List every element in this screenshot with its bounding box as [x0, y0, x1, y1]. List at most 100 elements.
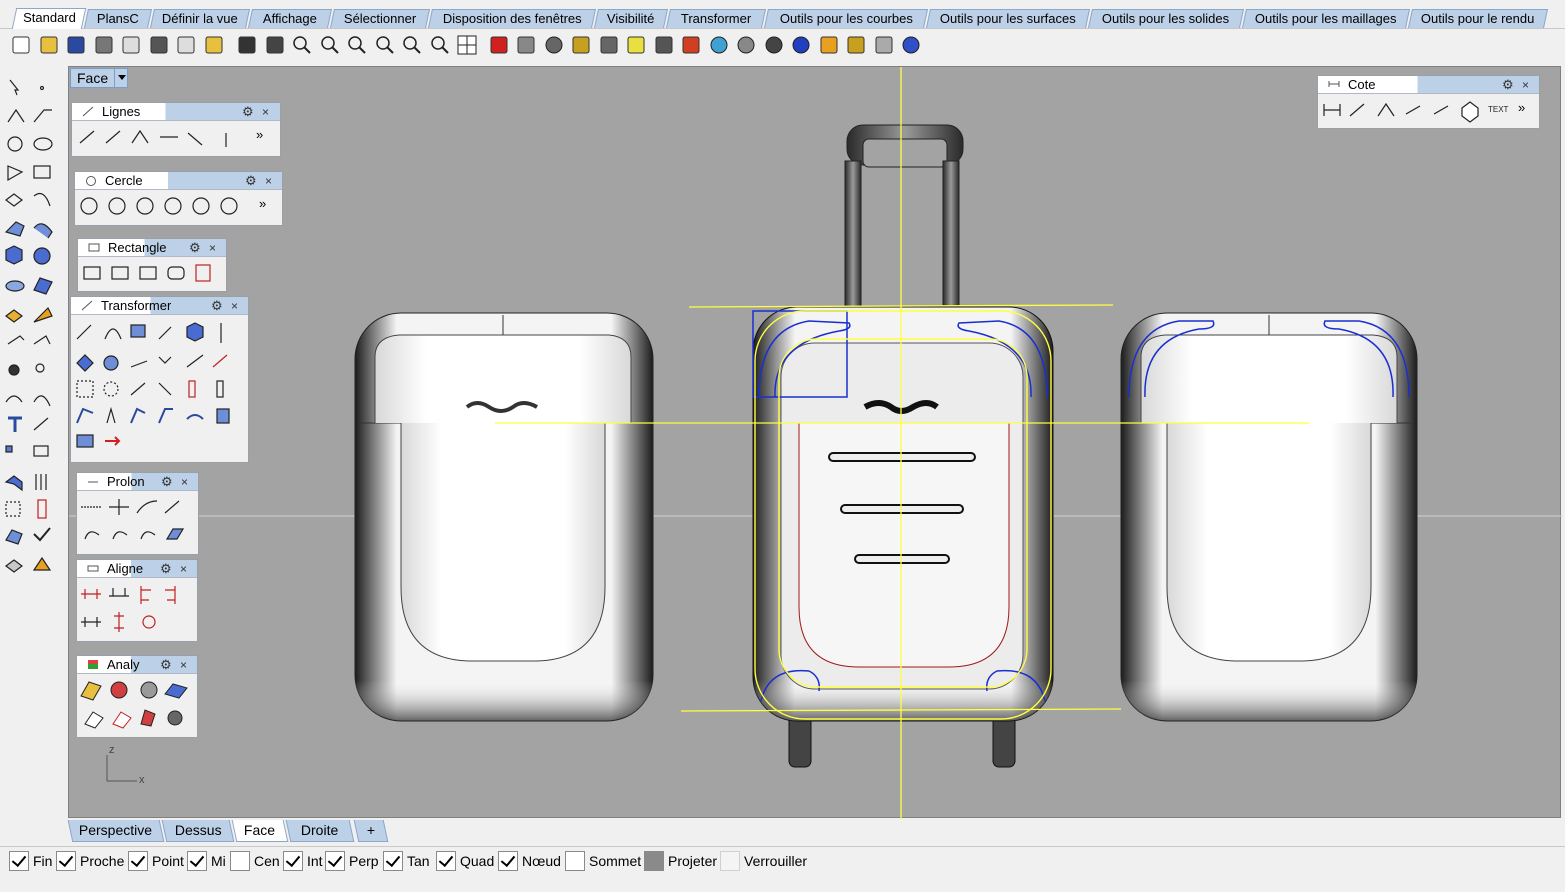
align-top-icon[interactable] [109, 588, 129, 597]
more-icon[interactable]: » [256, 127, 263, 142]
print-icon[interactable] [93, 34, 115, 56]
close-icon[interactable]: × [1522, 77, 1529, 93]
close-icon[interactable]: × [181, 474, 188, 490]
curvature-analysis-icon[interactable] [80, 681, 102, 701]
zoom-icon[interactable] [319, 34, 341, 56]
twist-icon[interactable] [158, 356, 172, 364]
panel-prolonger-header[interactable]: Prolon ⚙ × [77, 473, 198, 491]
more-icon[interactable]: » [1518, 100, 1525, 115]
ribbon-tab[interactable]: Standard [11, 8, 87, 29]
new-file-icon[interactable] [10, 34, 32, 56]
extend-curve-icon[interactable] [84, 531, 100, 540]
osnap-checkbox[interactable] [436, 851, 456, 871]
dimension-icon[interactable] [33, 417, 49, 431]
curve-icon[interactable] [33, 109, 52, 123]
ribbon-tab[interactable]: Outils pour les courbes [763, 9, 929, 28]
osnap-checkbox[interactable] [230, 851, 250, 871]
text-dimension-icon[interactable]: TEXT [1488, 105, 1509, 114]
taper-icon[interactable] [212, 354, 228, 368]
osnap-checkbox[interactable] [565, 851, 585, 871]
circle-tangent-icon[interactable] [164, 197, 182, 215]
show-edges-icon[interactable] [112, 711, 132, 729]
line-tangent-icon[interactable] [187, 132, 203, 146]
panel-cercle-header[interactable]: Cercle ⚙ × [75, 172, 282, 190]
boolean-split-icon[interactable] [35, 363, 45, 373]
rectangle-tool-icon[interactable] [33, 165, 51, 179]
analyze-box-icon[interactable] [5, 559, 23, 573]
extend-line-icon[interactable] [164, 500, 180, 514]
circle-center-icon[interactable] [80, 197, 98, 215]
trim-tool-icon[interactable] [33, 306, 53, 323]
copy-tool-icon[interactable] [104, 328, 122, 340]
splop-icon[interactable] [130, 407, 146, 424]
viewport-tab[interactable]: Dessus [161, 820, 235, 842]
box-edit-tool-icon[interactable] [216, 408, 230, 424]
orient-icon[interactable] [76, 354, 94, 372]
array-surface-icon[interactable] [158, 382, 172, 396]
polyline-tool-icon[interactable] [131, 129, 149, 144]
sphere-solid-icon[interactable] [33, 247, 51, 265]
extend-curve-smooth-icon[interactable] [140, 531, 156, 540]
ribbon-tab[interactable]: Définir la vue [149, 9, 251, 28]
ribbon-tab[interactable]: Outils pour les maillages [1241, 9, 1411, 28]
osnap-checkbox[interactable] [644, 851, 664, 871]
cage-icon[interactable] [106, 406, 116, 424]
chamfer-icon[interactable] [33, 335, 51, 345]
align-right-icon[interactable] [165, 586, 176, 604]
rotate-view-icon[interactable] [291, 34, 313, 56]
line-segments-icon[interactable] [105, 130, 121, 144]
gear-icon[interactable]: ⚙ [245, 173, 257, 189]
flow-icon[interactable] [76, 407, 94, 424]
ribbon-tab[interactable]: Transformer [665, 9, 767, 28]
block-icon[interactable] [33, 445, 49, 457]
rectangle-corner-icon[interactable] [83, 266, 101, 280]
osnap-checkbox[interactable] [128, 851, 148, 871]
panel-cote-header[interactable]: Cote ⚙ × [1318, 76, 1539, 94]
ellipse-tool-icon[interactable] [33, 137, 53, 151]
ribbon-tab[interactable]: Sélectionner [329, 9, 431, 28]
filter-icon[interactable] [818, 34, 840, 56]
osnap-checkbox[interactable] [498, 851, 518, 871]
ribbon-tab[interactable]: Outils pour les surfaces [925, 9, 1091, 28]
circle-3pt-icon[interactable] [136, 197, 154, 215]
align-center-v-icon[interactable] [114, 612, 124, 632]
close-icon[interactable]: × [231, 298, 238, 314]
target-icon[interactable] [543, 34, 565, 56]
close-icon[interactable]: × [180, 561, 187, 577]
gear-icon[interactable]: ⚙ [189, 240, 201, 256]
box-solid-icon[interactable] [5, 245, 23, 265]
surface-tool-icon[interactable] [4, 221, 25, 237]
hexagon-tool-icon[interactable] [5, 193, 23, 207]
circle-tool-icon[interactable] [7, 136, 23, 152]
box-edit-icon[interactable] [873, 34, 895, 56]
gumball-icon[interactable] [76, 434, 94, 448]
car-icon[interactable] [488, 34, 510, 56]
thickness-icon[interactable] [167, 710, 183, 726]
env-map-icon[interactable] [140, 681, 158, 699]
pan-hand-icon[interactable] [264, 34, 286, 56]
panel-rectangle-header[interactable]: Rectangle ⚙ × [78, 239, 226, 257]
fillet-icon[interactable] [7, 335, 25, 345]
extend-arc-icon[interactable] [136, 500, 158, 514]
more-icon[interactable]: » [259, 196, 266, 211]
zoom-extents-icon[interactable] [374, 34, 396, 56]
project-icon[interactable] [5, 529, 23, 545]
line-tool-icon[interactable] [79, 130, 95, 144]
rectangle-center-icon[interactable] [111, 266, 129, 280]
osnap-checkbox[interactable] [9, 851, 29, 871]
distribute-icon[interactable] [37, 499, 47, 519]
add-viewport-tab[interactable]: + [353, 820, 389, 842]
zebra-analysis-icon[interactable] [110, 681, 128, 699]
rectangle-3pt-icon[interactable] [139, 266, 157, 280]
help-icon[interactable] [900, 34, 922, 56]
close-icon[interactable]: × [209, 240, 216, 256]
extend-surface-icon[interactable] [165, 528, 185, 540]
gear-icon[interactable]: ⚙ [242, 104, 254, 120]
circle-curve-icon[interactable] [192, 197, 210, 215]
diameter-dimension-icon[interactable] [1433, 105, 1449, 115]
gear-icon[interactable]: ⚙ [211, 298, 223, 314]
properties-icon[interactable] [515, 34, 537, 56]
layers-icon[interactable] [680, 34, 702, 56]
polar-array-icon[interactable] [103, 381, 119, 397]
scale-3d-icon[interactable] [186, 322, 204, 342]
